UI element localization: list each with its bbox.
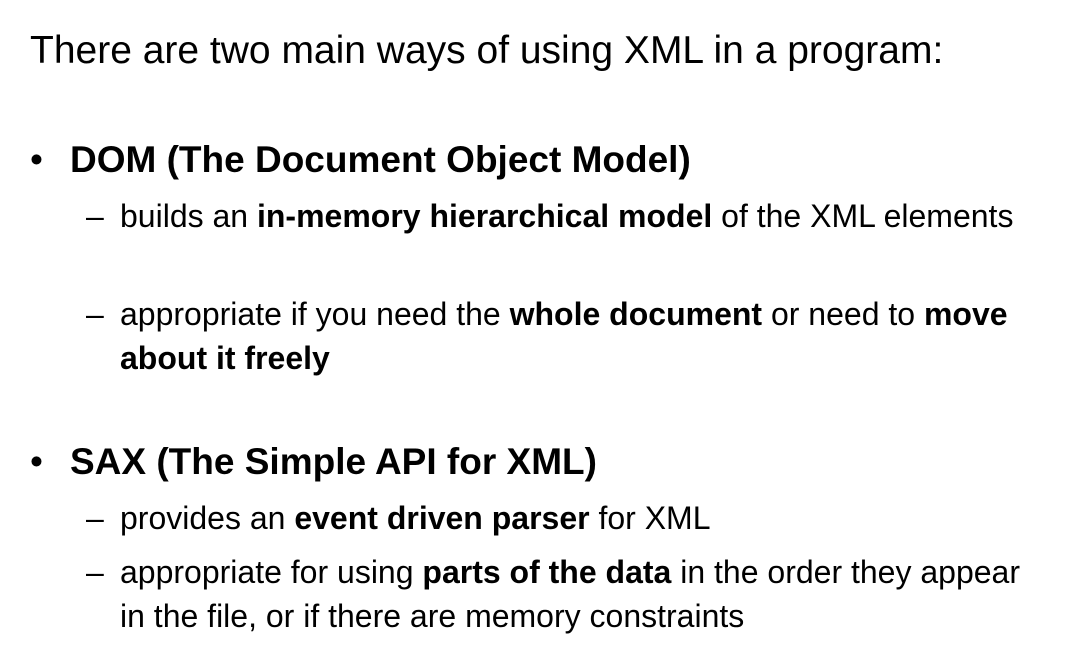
emphasis: event driven parser bbox=[294, 500, 590, 536]
sub-item-text: provides an event driven parser for XML bbox=[120, 496, 1046, 540]
sub-item-text: builds an in-memory hierarchical model o… bbox=[120, 194, 1046, 238]
dash: – bbox=[86, 500, 104, 536]
sub-item-dom-builds: – builds an in-memory hierarchical model… bbox=[86, 194, 1046, 238]
text-run: or need to bbox=[762, 296, 924, 332]
bullet-dot: • bbox=[30, 441, 43, 482]
text-run: of the XML elements bbox=[712, 198, 1014, 234]
emphasis: parts of the data bbox=[422, 554, 672, 590]
sub-item-dom-appropriate: – appropriate if you need the whole docu… bbox=[86, 292, 1046, 380]
text-run: appropriate if you need the bbox=[120, 296, 510, 332]
intro-text: There are two main ways of using XML in … bbox=[30, 29, 944, 72]
dash: – bbox=[86, 296, 104, 332]
emphasis: in-memory hierarchical model bbox=[256, 198, 713, 234]
text-run: for XML bbox=[589, 500, 711, 536]
dash: – bbox=[86, 554, 104, 590]
bullet-sax-title: SAX (The Simple API for XML) bbox=[70, 441, 597, 482]
bullet-dom-title: DOM (The Document Object Model) bbox=[70, 139, 691, 180]
sub-item-sax-provides: – provides an event driven parser for XM… bbox=[86, 496, 1046, 540]
slide: There are two main ways of using XML in … bbox=[0, 0, 1074, 665]
dash: – bbox=[86, 198, 104, 234]
sub-item-text: appropriate for using parts of the data … bbox=[120, 550, 1046, 638]
sub-item-sax-appropriate: – appropriate for using parts of the dat… bbox=[86, 550, 1046, 638]
text-run: builds an bbox=[120, 198, 257, 234]
sub-item-text: appropriate if you need the whole docume… bbox=[120, 292, 1046, 380]
emphasis: whole document bbox=[509, 296, 763, 332]
bullet-dot: • bbox=[30, 139, 43, 180]
text-run: appropriate for using bbox=[120, 554, 423, 590]
text-run: provides an bbox=[120, 500, 295, 536]
